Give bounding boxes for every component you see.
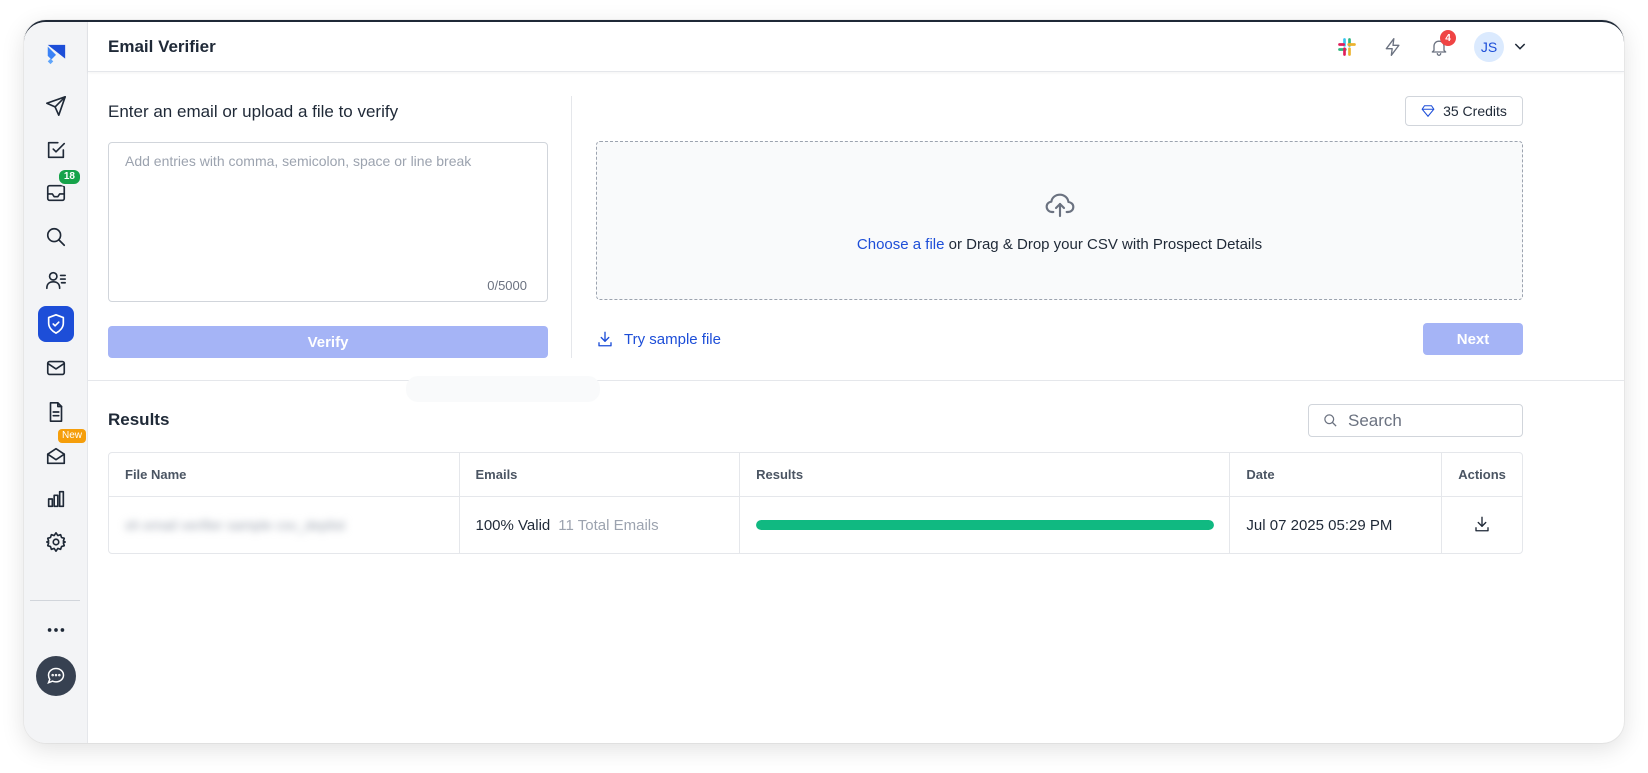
slack-button[interactable] <box>1334 34 1360 60</box>
dropzone-text: Choose a file or Drag & Drop your CSV wi… <box>857 236 1262 253</box>
lightning-icon <box>1385 38 1400 56</box>
slack-icon <box>1338 38 1356 56</box>
column-header-emails: Emails <box>460 453 741 496</box>
results-title: Results <box>108 410 170 429</box>
section-divider <box>571 96 572 358</box>
sidebar: 18 New <box>24 22 88 743</box>
valid-percentage: 100% Valid <box>475 516 551 534</box>
date-cell: Jul 07 2025 05:29 PM <box>1230 497 1443 553</box>
bar-chart-icon <box>47 490 65 508</box>
credits-badge[interactable]: 35 Credits <box>1405 96 1523 126</box>
search-icon <box>1324 414 1337 427</box>
notification-count-badge: 4 <box>1440 30 1456 46</box>
logo-icon[interactable] <box>38 36 74 72</box>
email-entry-box: 0/5000 <box>108 142 548 302</box>
file-dropzone[interactable]: Choose a file or Drag & Drop your CSV wi… <box>596 141 1523 300</box>
diamond-icon <box>1421 105 1435 118</box>
table-row: sh email verifier sample csv_deplist 100… <box>109 497 1522 553</box>
total-emails: 11 Total Emails <box>558 516 659 534</box>
account-menu-toggle[interactable] <box>1512 38 1528 54</box>
page-title: Email Verifier <box>108 36 216 56</box>
inbox-count-badge: 18 <box>56 168 82 186</box>
sidebar-item-reports[interactable] <box>38 481 74 517</box>
download-icon <box>598 331 612 347</box>
column-header-file-name: File Name <box>109 453 460 496</box>
results-search <box>1308 404 1523 437</box>
sidebar-item-email-verifier[interactable] <box>38 306 74 342</box>
credits-label: 35 Credits <box>1443 103 1507 119</box>
table-header-row: File Name Emails Results Date Actions <box>109 453 1522 497</box>
date-text: Jul 07 2025 05:29 PM <box>1246 516 1393 534</box>
sidebar-item-mailbox[interactable] <box>38 350 74 386</box>
results-divider <box>88 380 1624 381</box>
sidebar-item-settings[interactable] <box>38 524 74 560</box>
app-window: 18 New Email Verifier 4 JS Enter an emai… <box>24 20 1624 743</box>
sidebar-item-unified-inbox[interactable]: New <box>38 429 86 474</box>
mail-open-icon <box>46 447 66 465</box>
column-header-actions: Actions <box>1458 467 1506 482</box>
verify-heading: Enter an email or upload a file to verif… <box>108 102 399 121</box>
chevron-down-icon <box>1514 43 1526 50</box>
send-icon <box>46 96 66 116</box>
document-icon <box>49 402 63 422</box>
column-header-results: Results <box>740 453 1231 496</box>
file-name-cell: sh email verifier sample csv_deplist <box>109 497 460 553</box>
top-header: Email Verifier 4 JS <box>88 22 1624 72</box>
column-header-date: Date <box>1230 453 1443 496</box>
chat-support-button[interactable] <box>36 656 76 696</box>
results-progress-bar <box>756 520 1215 530</box>
task-check-icon <box>47 141 66 159</box>
email-entry-input[interactable] <box>109 143 547 301</box>
verify-button[interactable]: Verify <box>108 326 548 358</box>
more-icon <box>47 628 65 632</box>
choose-file-link[interactable]: Choose a file <box>857 236 945 253</box>
search-icon <box>46 227 66 247</box>
actions-cell <box>1442 497 1522 553</box>
try-sample-file-link[interactable]: Try sample file <box>596 330 721 348</box>
sidebar-item-tasks[interactable] <box>38 132 74 168</box>
results-search-input[interactable] <box>1348 410 1508 431</box>
download-icon <box>1475 516 1489 531</box>
sidebar-item-templates[interactable] <box>38 394 74 430</box>
chat-icon <box>47 667 65 684</box>
sidebar-item-sequences[interactable] <box>38 88 74 124</box>
sidebar-divider <box>30 600 80 601</box>
shield-check-icon <box>47 314 65 334</box>
mail-icon <box>46 360 66 376</box>
dropzone-instructions: or Drag & Drop your CSV with Prospect De… <box>944 236 1263 253</box>
cloud-upload-icon <box>1045 193 1074 218</box>
sidebar-item-prospects[interactable] <box>38 262 74 298</box>
quick-actions-button[interactable] <box>1380 34 1406 60</box>
notifications-button[interactable]: 4 <box>1426 30 1456 60</box>
prospects-icon <box>46 271 66 290</box>
file-name-text: sh email verifier sample csv_deplist <box>125 517 346 533</box>
sidebar-item-search[interactable] <box>38 219 74 255</box>
try-sample-label: Try sample file <box>624 330 721 348</box>
avatar[interactable]: JS <box>1474 32 1504 62</box>
sidebar-item-inbox[interactable]: 18 <box>38 168 82 211</box>
more-button[interactable] <box>38 612 74 648</box>
new-badge: New <box>57 429 86 443</box>
faded-placeholder <box>406 376 600 402</box>
results-table: File Name Emails Results Date Actions sh… <box>108 452 1523 554</box>
results-cell <box>740 497 1231 553</box>
gear-icon <box>46 532 66 552</box>
next-button[interactable]: Next <box>1423 323 1523 355</box>
download-results-button[interactable] <box>1473 515 1491 536</box>
char-counter: 0/5000 <box>487 278 527 293</box>
emails-cell: 100% Valid 11 Total Emails <box>460 497 741 553</box>
results-progress-fill <box>756 520 1215 530</box>
